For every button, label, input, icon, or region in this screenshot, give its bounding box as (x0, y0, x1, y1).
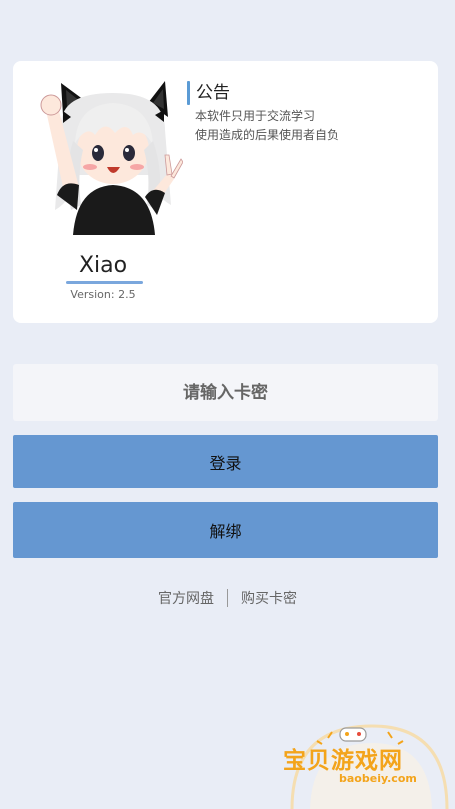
unbind-button[interactable]: 解绑 (13, 502, 438, 558)
card-key-input[interactable] (13, 364, 438, 421)
footer-links: 官方网盘 购买卡密 (0, 587, 455, 609)
notice-accent-bar (187, 81, 190, 105)
notice-line-1: 本软件只用于交流学习 (195, 109, 316, 123)
avatar (40, 81, 183, 235)
app-name-underline (66, 281, 143, 284)
unbind-button-label: 解绑 (209, 522, 242, 541)
app-name: Xiao (78, 253, 128, 278)
link-divider (227, 589, 228, 607)
notice-title: 公告 (196, 83, 230, 103)
login-button[interactable]: 登录 (13, 435, 438, 488)
notice-line-2: 使用造成的后果使用者自负 (195, 128, 340, 142)
cloud-disk-link[interactable]: 官方网盘 (158, 588, 214, 608)
login-button-label: 登录 (209, 453, 242, 473)
info-card: 公告 本软件只用于交流学习 使用造成的后果使用者自负 Xiao Version:… (13, 61, 438, 323)
buy-card-link[interactable]: 购买卡密 (241, 588, 297, 608)
app-version: Version: 2.5 (70, 288, 136, 301)
watermark-url: baobeiy.com (339, 772, 417, 785)
watermark-text: 宝贝游戏网 (283, 748, 403, 774)
